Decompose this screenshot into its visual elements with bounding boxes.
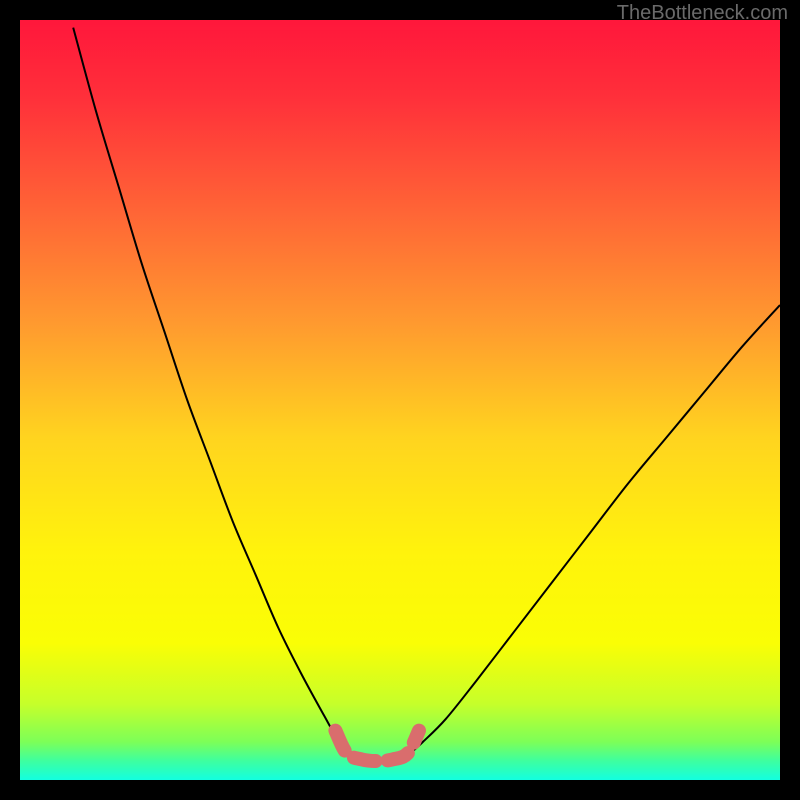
- plot-area: [20, 20, 780, 780]
- chart-svg: [20, 20, 780, 780]
- chart-container: TheBottleneck.com: [0, 0, 800, 800]
- gradient-background: [20, 20, 780, 780]
- watermark-text: TheBottleneck.com: [617, 2, 788, 25]
